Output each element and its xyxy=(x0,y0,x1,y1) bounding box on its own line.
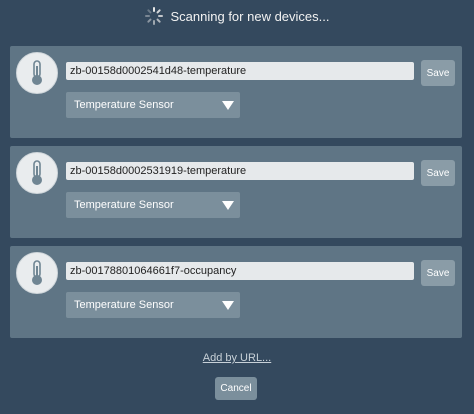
save-button[interactable]: Save xyxy=(421,60,455,86)
caret-down-icon xyxy=(222,101,234,110)
thermometer-icon xyxy=(16,52,58,94)
cancel-button[interactable]: Cancel xyxy=(215,377,257,400)
save-button[interactable]: Save xyxy=(421,260,455,286)
device-type-select[interactable]: Temperature Sensor xyxy=(66,192,240,218)
scan-status: Scanning for new devices... xyxy=(0,5,474,27)
loading-spinner-icon xyxy=(144,7,163,25)
device-type-label: Temperature Sensor xyxy=(74,299,174,311)
device-type-label: Temperature Sensor xyxy=(74,199,174,211)
device-name-input[interactable] xyxy=(66,262,414,280)
device-card: Temperature Sensor Save xyxy=(10,146,462,238)
device-name-input[interactable] xyxy=(66,162,414,180)
caret-down-icon xyxy=(222,201,234,210)
device-card: Temperature Sensor Save xyxy=(10,46,462,138)
add-by-url-link[interactable]: Add by URL... xyxy=(0,352,474,364)
device-card: Temperature Sensor Save xyxy=(10,246,462,338)
device-name-input[interactable] xyxy=(66,62,414,80)
device-type-select[interactable]: Temperature Sensor xyxy=(66,92,240,118)
caret-down-icon xyxy=(222,301,234,310)
save-button[interactable]: Save xyxy=(421,160,455,186)
thermometer-icon xyxy=(16,152,58,194)
device-type-label: Temperature Sensor xyxy=(74,99,174,111)
scan-status-text: Scanning for new devices... xyxy=(170,8,330,24)
thermometer-icon xyxy=(16,252,58,294)
device-type-select[interactable]: Temperature Sensor xyxy=(66,292,240,318)
